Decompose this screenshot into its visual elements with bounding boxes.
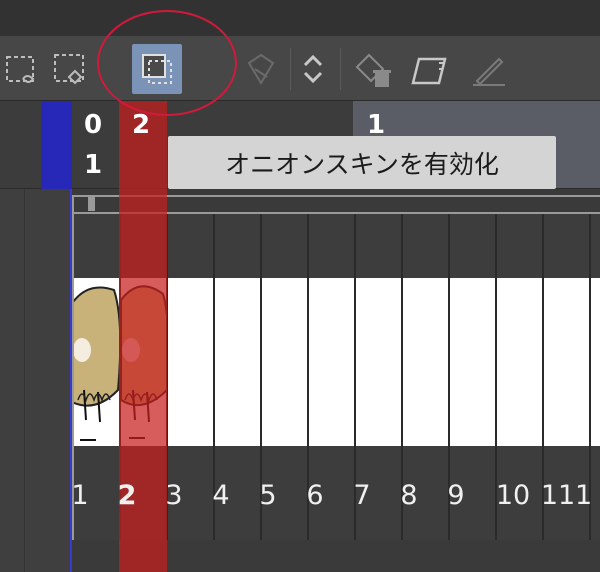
frame-number: 1	[71, 480, 89, 511]
move-cel-icon[interactable]	[288, 44, 338, 94]
track-handle[interactable]	[88, 196, 95, 211]
cel-shape-icon[interactable]	[404, 44, 454, 94]
toolbar-separator	[340, 48, 341, 90]
frame-number: 9	[447, 480, 465, 511]
specify-cel-icon[interactable]	[42, 44, 92, 94]
cel-thumbnail[interactable]	[74, 280, 120, 446]
layer-panel-divider	[24, 189, 25, 572]
lightbox-icon[interactable]	[236, 44, 286, 94]
playhead-marker[interactable]	[41, 101, 72, 189]
frame-number: 3	[165, 480, 183, 511]
frame-number: 10	[495, 480, 531, 511]
onion-skin-tooltip: オニオンスキンを有効化	[168, 136, 556, 189]
layer-panel	[0, 189, 70, 572]
ruler-label-second: 0	[84, 110, 103, 140]
timeline-toolbar	[0, 36, 600, 101]
window-title-strip	[0, 0, 600, 36]
ruler-label-current: 2	[132, 110, 151, 140]
frame-number: 1	[575, 480, 593, 511]
frame-number: 7	[353, 480, 371, 511]
ruler-label-sub: 1	[84, 150, 103, 180]
frame-number-current: 2	[117, 480, 137, 511]
onion-skin-icon[interactable]	[132, 44, 182, 94]
delete-cel-icon[interactable]	[348, 44, 398, 94]
frame-number: 5	[259, 480, 277, 511]
frame-number: 8	[400, 480, 418, 511]
frame-number: 6	[306, 480, 324, 511]
pen-icon[interactable]	[464, 44, 514, 94]
frame-number: 4	[212, 480, 230, 511]
